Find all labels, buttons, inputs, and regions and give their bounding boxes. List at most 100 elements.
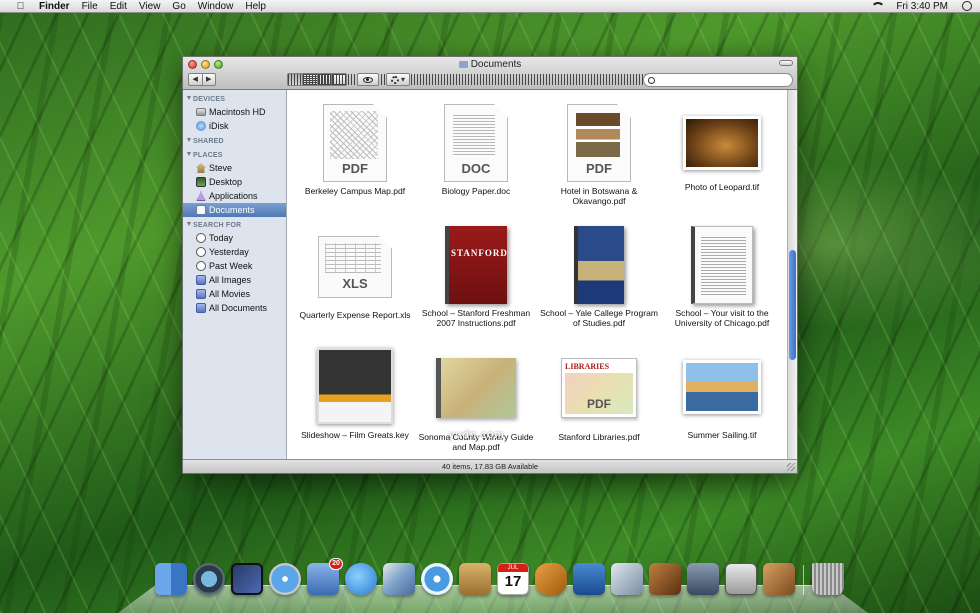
sidebar-section-places[interactable]: PLACES: [183, 150, 286, 161]
file-item[interactable]: PDF Hotel in Botswana & Okavango.pdf: [537, 104, 661, 206]
file-item[interactable]: Slideshow – Film Greats.key: [293, 348, 417, 440]
desktop-icon: [196, 177, 206, 187]
system-preferences-icon[interactable]: [725, 563, 757, 595]
file-name: Photo of Leopard.tif: [684, 182, 760, 192]
forward-button[interactable]: ▶: [201, 74, 216, 85]
sidebar-item-all-documents[interactable]: All Documents: [183, 301, 286, 315]
mail-icon[interactable]: 20: [307, 558, 343, 595]
file-name: Stanford Libraries.pdf: [558, 432, 640, 442]
file-item[interactable]: Photo of Leopard.tif: [660, 116, 784, 192]
safari-icon[interactable]: [269, 563, 301, 595]
time-machine-icon[interactable]: [193, 563, 225, 595]
itunes-icon[interactable]: [421, 563, 453, 595]
menu-help[interactable]: Help: [245, 1, 266, 12]
pdf-document-icon: LIBRARIES PDF: [561, 358, 637, 418]
wifi-icon[interactable]: [870, 1, 886, 11]
resize-grip-icon[interactable]: [787, 463, 795, 471]
file-name: Hotel in Botswana & Okavango.pdf: [560, 186, 638, 206]
sidebar-item-idisk[interactable]: iDisk: [183, 119, 286, 133]
sidebar-item-macintosh-hd[interactable]: Macintosh HD: [183, 105, 286, 119]
ichat-icon[interactable]: [345, 563, 377, 595]
quick-look-button[interactable]: [357, 73, 379, 86]
clock-icon: [196, 233, 206, 243]
vertical-scrollbar[interactable]: [787, 90, 797, 460]
sidebar-item-yesterday[interactable]: Yesterday: [183, 245, 286, 259]
smart-folder-icon: [196, 275, 206, 285]
file-item[interactable]: XLS Quarterly Expense Report.xls: [293, 236, 417, 320]
file-item[interactable]: STANFORD School – Stanford Freshman 2007…: [414, 226, 538, 328]
file-name: Biology Paper.doc: [441, 186, 511, 196]
leopard-photo-thumbnail: [683, 116, 761, 170]
file-item[interactable]: School – Yale Callege Program of Studies…: [537, 226, 661, 328]
apple-menu-icon[interactable]: : [14, 1, 27, 12]
file-item[interactable]: DOC Biology Paper.doc: [414, 104, 538, 196]
sidebar-section-devices[interactable]: DEVICES: [183, 94, 286, 105]
menu-app-name[interactable]: Finder: [39, 1, 70, 12]
sidebar-item-past-week[interactable]: Past Week: [183, 259, 286, 273]
folder-icon: [458, 61, 468, 68]
file-name: Quarterly Expense Report.xls: [299, 310, 411, 320]
preview-icon[interactable]: [611, 563, 643, 595]
garageband-icon[interactable]: [535, 563, 567, 595]
imovie-icon[interactable]: [687, 563, 719, 595]
smart-folder-icon: [196, 303, 206, 313]
keynote-icon[interactable]: [573, 563, 605, 595]
sidebar-item-desktop[interactable]: Desktop: [183, 175, 286, 189]
calendar-day: 17: [504, 573, 522, 590]
search-field[interactable]: [643, 73, 793, 87]
sidebar-item-steve[interactable]: Steve: [183, 161, 286, 175]
iphoto-icon[interactable]: [383, 563, 415, 595]
iweb-icon[interactable]: [763, 563, 795, 595]
finder-icon[interactable]: [155, 563, 187, 595]
pdf-document-icon: PDF: [323, 104, 387, 182]
sidebar-section-search-for[interactable]: SEARCH FOR: [183, 220, 286, 231]
gear-icon: [390, 75, 399, 84]
search-icon: [648, 76, 655, 84]
ical-icon[interactable]: JUL 17: [497, 563, 529, 595]
window-titlebar[interactable]: Documents ◀ ▶ ▾: [183, 57, 797, 90]
spotlight-icon[interactable]: [962, 1, 972, 11]
chevron-down-icon: ▾: [400, 75, 405, 84]
menu-go[interactable]: Go: [172, 1, 185, 12]
trash-icon[interactable]: [812, 563, 844, 595]
file-item[interactable]: School – Your visit to the University of…: [660, 226, 784, 328]
menu-view[interactable]: View: [139, 1, 161, 12]
back-forward-buttons: ◀ ▶: [188, 73, 216, 86]
sidebar-item-all-images[interactable]: All Images: [183, 273, 286, 287]
toolbar-toggle-button[interactable]: [779, 60, 793, 66]
file-item[interactable]: LIBRARIES PDF Stanford Libraries.pdf: [537, 358, 661, 442]
menu-file[interactable]: File: [82, 1, 98, 12]
sidebar-item-all-movies[interactable]: All Movies: [183, 287, 286, 301]
file-name: School – Yale Callege Program of Studies…: [540, 308, 658, 328]
menubar-clock[interactable]: Fri 3:40 PM: [896, 1, 948, 12]
address-book-icon[interactable]: [459, 563, 491, 595]
back-button[interactable]: ◀: [189, 74, 202, 85]
scrollbar-thumb[interactable]: [789, 250, 796, 360]
status-bar: 40 items, 17.83 GB Available: [183, 459, 797, 473]
file-name: School – Stanford Freshman 2007 Instruct…: [421, 308, 531, 328]
pdf-document-icon: PDF: [567, 104, 631, 182]
sidebar-item-documents[interactable]: Documents: [183, 203, 286, 217]
menu-edit[interactable]: Edit: [110, 1, 127, 12]
sidebar-section-shared[interactable]: SHARED: [183, 136, 286, 147]
photo-booth-icon[interactable]: [649, 563, 681, 595]
file-name: Berkeley Campus Map.pdf: [304, 186, 406, 196]
file-name: School – Your visit to the University of…: [674, 308, 770, 328]
menu-bar:  Finder File Edit View Go Window Help F…: [0, 0, 980, 13]
file-item[interactable]: Summer Sailing.tif: [660, 360, 784, 440]
file-icon-grid: PDF Berkeley Campus Map.pdf DOC Biology …: [287, 90, 789, 460]
icon-view-button[interactable]: [288, 74, 788, 85]
sidebar-item-applications[interactable]: Applications: [183, 189, 286, 203]
action-menu-button[interactable]: ▾: [386, 73, 410, 86]
sidebar: DEVICES Macintosh HD iDisk SHARED PLACES…: [183, 90, 287, 460]
search-input[interactable]: [659, 75, 779, 85]
applications-icon: [196, 191, 206, 201]
dashboard-icon[interactable]: [231, 563, 263, 595]
file-item[interactable]: PDF Berkeley Campus Map.pdf: [293, 104, 417, 196]
sailing-photo-thumbnail: [683, 360, 761, 414]
xls-spreadsheet-icon: XLS: [318, 236, 392, 298]
dock-separator: [803, 565, 804, 595]
menu-window[interactable]: Window: [198, 1, 234, 12]
yale-booklet-thumbnail: [574, 226, 624, 304]
sidebar-item-today[interactable]: Today: [183, 231, 286, 245]
